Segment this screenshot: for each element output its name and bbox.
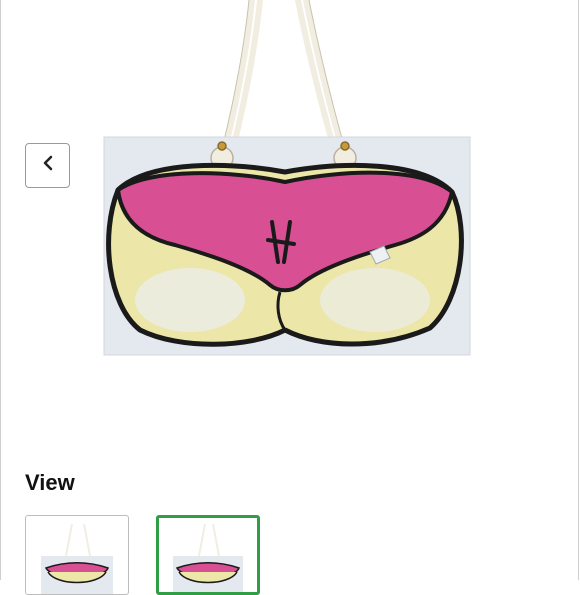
back-button[interactable] — [25, 143, 70, 188]
gallery-title: View — [25, 470, 75, 495]
thumbnail-2[interactable] — [156, 515, 260, 595]
thumbnail-1[interactable] — [25, 515, 129, 595]
chevron-left-icon — [40, 155, 56, 176]
product-image — [0, 0, 580, 445]
